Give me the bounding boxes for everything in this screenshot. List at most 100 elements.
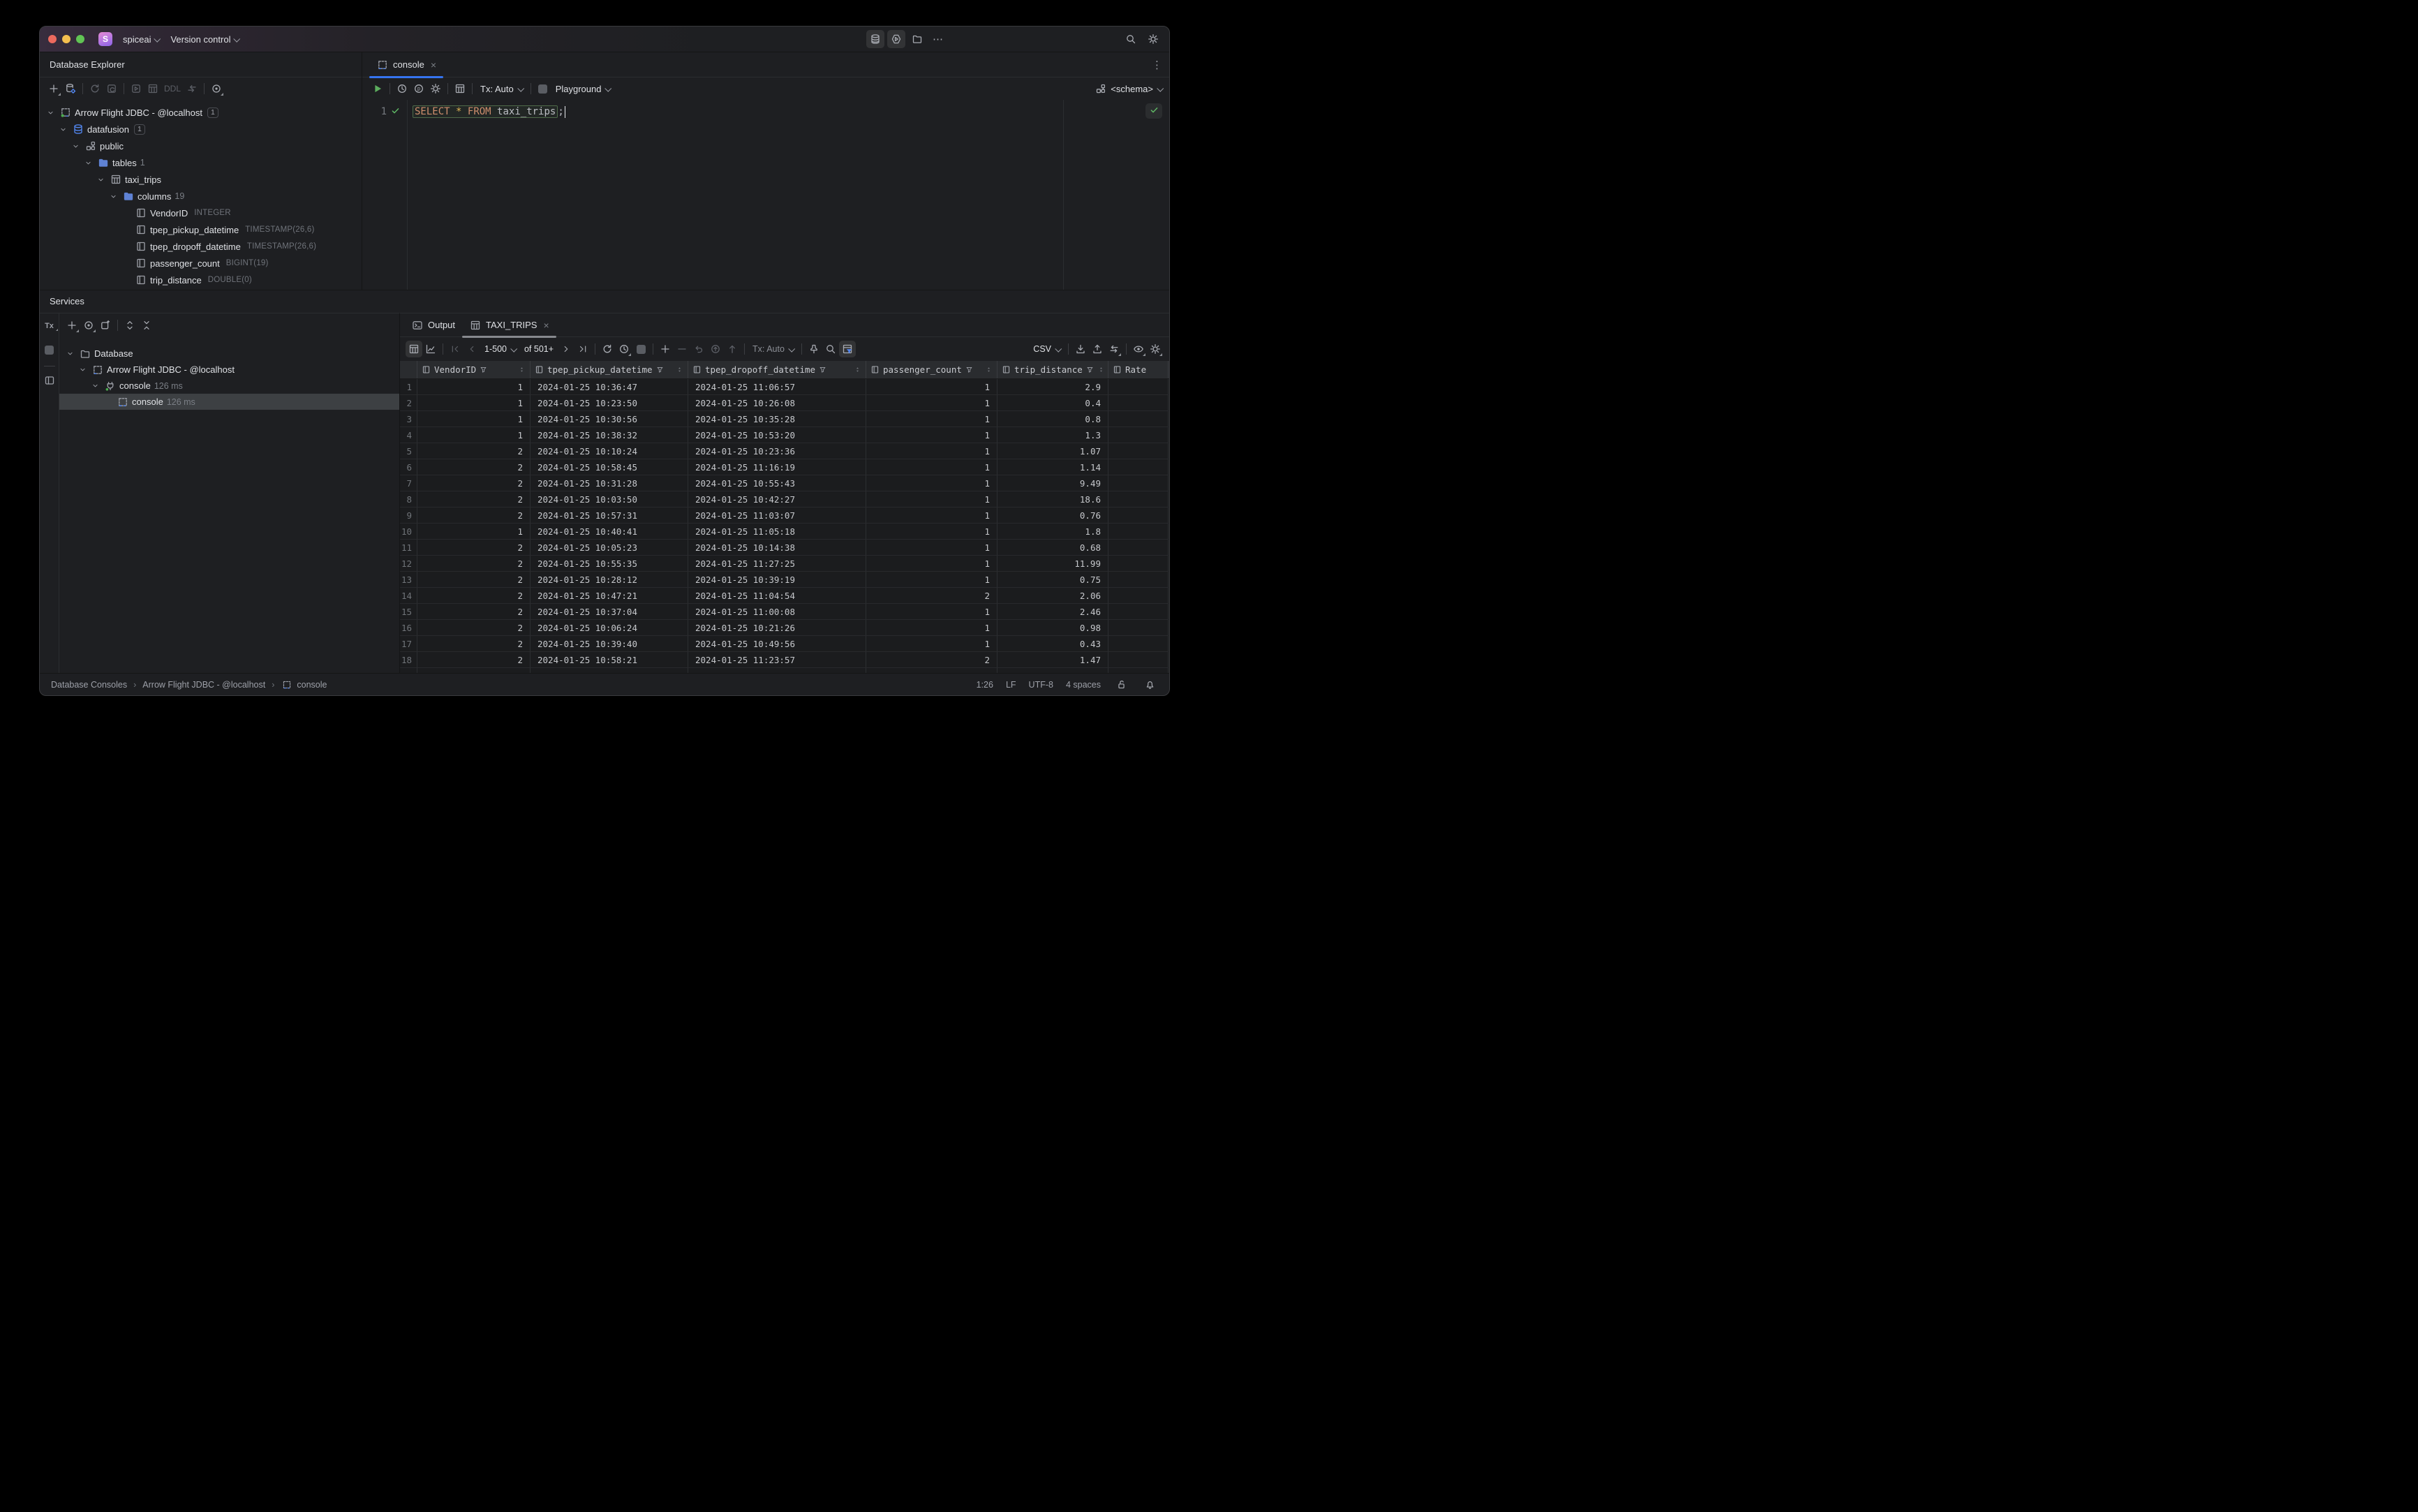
grid-cell[interactable]: 2024-01-25 10:28:12 (531, 572, 688, 588)
sort-arrows-icon[interactable] (854, 366, 861, 373)
row-number[interactable]: 9 (400, 507, 417, 524)
filter-funnel-icon[interactable] (965, 366, 973, 373)
row-number[interactable]: 11 (400, 540, 417, 556)
grid-cell[interactable]: 2024-01-25 11:16:19 (688, 459, 866, 475)
grid-cell[interactable]: 2024-01-25 10:39:40 (531, 636, 688, 652)
grid-cell[interactable]: 1 (866, 604, 997, 620)
tab-options-kebab-icon[interactable]: ⋮ (1152, 59, 1162, 71)
grid-cell[interactable]: 2024-01-25 10:58:45 (531, 459, 688, 475)
first-page-button[interactable] (447, 341, 463, 357)
grid-cell[interactable]: 2 (866, 588, 997, 604)
breadcrumb-item-arrow-flight-jdbc-localhost[interactable]: Arrow Flight JDBC - @localhost (142, 680, 265, 690)
tree-item-vendorid[interactable]: VendorID INTEGER (40, 205, 362, 221)
grid-cell[interactable]: 1.14 (997, 459, 1108, 475)
grid-cell[interactable]: 1 (866, 524, 997, 540)
grid-cell[interactable]: 2024-01-25 10:55:43 (688, 475, 866, 491)
add-row-button[interactable] (657, 341, 674, 357)
grid-cell[interactable]: 2024-01-25 10:40:41 (531, 524, 688, 540)
preview-options-button[interactable] (80, 317, 97, 334)
grid-cell[interactable]: 1 (866, 668, 997, 673)
grid-cell[interactable]: 1 (417, 379, 531, 395)
layout-panel-icon[interactable] (44, 375, 55, 388)
grid-cell[interactable]: 1 (866, 636, 997, 652)
grid-cell[interactable]: 1 (866, 620, 997, 636)
parameters-button[interactable]: p (410, 80, 427, 97)
grid-cell[interactable]: 0.68 (997, 540, 1108, 556)
grid-cell[interactable]: 2024-01-25 11:00:08 (688, 604, 866, 620)
tx-mode-selector[interactable]: Tx: Auto (748, 344, 798, 354)
grid-cell[interactable]: 0.8 (997, 411, 1108, 427)
grid-cell[interactable]: 1 (866, 379, 997, 395)
grid-cell[interactable]: 1 (417, 411, 531, 427)
open-console-button[interactable] (97, 317, 114, 334)
sort-arrows-icon[interactable] (985, 366, 993, 373)
grid-cell[interactable]: 2 (417, 459, 531, 475)
grid-cell[interactable]: 2.06 (997, 588, 1108, 604)
grid-cell[interactable]: 2024-01-25 10:06:24 (531, 620, 688, 636)
execution-history-button[interactable] (394, 80, 410, 97)
previous-page-button[interactable] (463, 341, 480, 357)
grid-cell[interactable] (1108, 491, 1169, 507)
grid-cell[interactable]: 1 (866, 411, 997, 427)
grid-cell[interactable]: 1 (417, 524, 531, 540)
tab-output[interactable]: Output (404, 313, 462, 337)
refresh-button[interactable] (87, 80, 103, 97)
row-number[interactable]: 1 (400, 379, 417, 395)
column-header-vendorid[interactable]: VendorID (417, 361, 531, 378)
row-number[interactable]: 16 (400, 620, 417, 636)
row-number[interactable]: 4 (400, 427, 417, 443)
breadcrumb-item-database-consoles[interactable]: Database Consoles (51, 680, 127, 690)
grid-settings-button[interactable] (1147, 341, 1164, 357)
indent-widget[interactable]: 4 spaces (1066, 680, 1101, 690)
encoding-widget[interactable]: UTF-8 (1029, 680, 1053, 690)
query-history-button[interactable] (616, 341, 632, 357)
reload-page-button[interactable] (599, 341, 616, 357)
grid-cell[interactable]: 2024-01-25 10:49:56 (688, 636, 866, 652)
readonly-toggle-button[interactable] (1113, 678, 1129, 692)
grid-cell[interactable]: 2024-01-25 10:57:31 (531, 507, 688, 524)
tree-item-arrow-flight-jdbc-localhost[interactable]: Arrow Flight JDBC - @localhost (59, 362, 399, 378)
run-widget-button[interactable] (887, 30, 905, 48)
column-header-tpep_pickup_datetime[interactable]: tpep_pickup_datetime (531, 361, 688, 378)
grid-cell[interactable]: 2 (417, 652, 531, 668)
tree-item-trip-distance[interactable]: trip_distance DOUBLE(0) (40, 272, 362, 288)
grid-cell[interactable]: 2 (417, 443, 531, 459)
submit-button[interactable] (707, 341, 724, 357)
grid-cell[interactable] (1108, 524, 1169, 540)
grid-cell[interactable]: 1.7 (997, 668, 1108, 673)
grid-cell[interactable] (1108, 588, 1169, 604)
row-number[interactable]: 6 (400, 459, 417, 475)
grid-cell[interactable]: 2 (417, 491, 531, 507)
grid-cell[interactable]: 2024-01-25 10:10:24 (531, 443, 688, 459)
grid-cell[interactable]: 1.3 (997, 427, 1108, 443)
project-selector[interactable]: spiceai (117, 32, 165, 47)
grid-cell[interactable]: 2024-01-25 10:38:32 (531, 427, 688, 443)
open-table-button[interactable] (144, 80, 161, 97)
playground-selector[interactable]: Playground (551, 84, 615, 94)
column-header-rate[interactable]: Rate (1108, 361, 1169, 378)
chevron-down-icon[interactable] (71, 142, 81, 150)
chevron-down-icon[interactable] (90, 382, 101, 390)
grid-cell[interactable]: 2024-01-25 10:25:10 (688, 668, 866, 673)
sort-arrows-icon[interactable] (518, 366, 526, 373)
grid-cell[interactable] (1108, 620, 1169, 636)
tx-strip-button[interactable]: Tx (45, 322, 58, 331)
tree-item-datafusion[interactable]: datafusion 1 (40, 121, 362, 138)
search-everywhere-button[interactable] (1122, 30, 1140, 48)
grid-cell[interactable]: 2 (866, 652, 997, 668)
row-number[interactable]: 8 (400, 491, 417, 507)
grid-cell[interactable]: 2024-01-25 10:14:38 (688, 540, 866, 556)
grid-cell[interactable]: 2024-01-25 10:03:50 (531, 491, 688, 507)
grid-cell[interactable]: 0.4 (997, 395, 1108, 411)
ddl-button[interactable]: DDL (161, 80, 184, 97)
minimize-window-button[interactable] (62, 35, 71, 43)
ide-settings-button[interactable] (1144, 30, 1162, 48)
grid-cell[interactable]: 1 (866, 507, 997, 524)
grid-cell[interactable] (1108, 475, 1169, 491)
grid-cell[interactable]: 0.76 (997, 507, 1108, 524)
grid-cell[interactable]: 2024-01-25 10:47:21 (531, 588, 688, 604)
grid-cell[interactable]: 2024-01-25 10:02:08 (531, 668, 688, 673)
grid-cell[interactable]: 2024-01-25 10:36:47 (531, 379, 688, 395)
grid-cell[interactable]: 2024-01-25 10:23:36 (688, 443, 866, 459)
grid-cell[interactable] (1108, 507, 1169, 524)
